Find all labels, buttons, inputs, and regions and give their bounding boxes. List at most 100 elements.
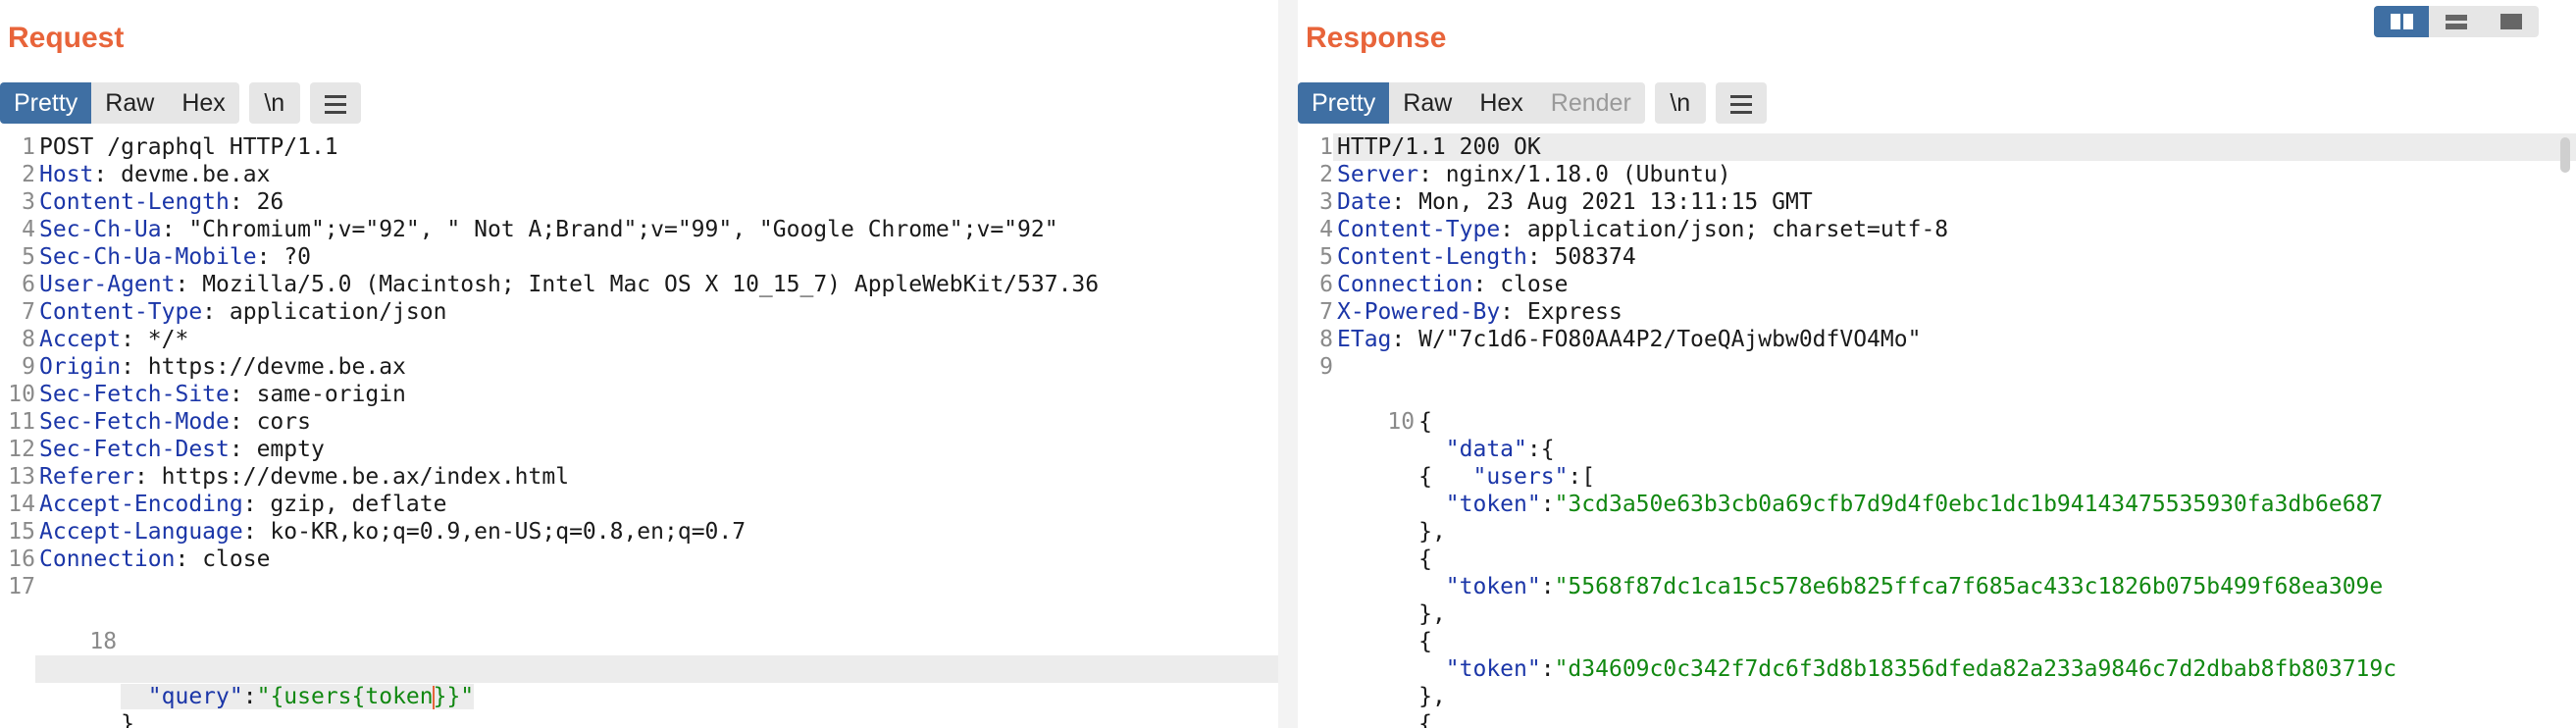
json-object-close: },	[1418, 684, 1446, 709]
single-pane-icon	[2500, 14, 2522, 29]
response-users-key-line: "users":[	[1472, 464, 1596, 490]
request-editor[interactable]: 1 POST /graphql HTTP/1.1 2 Host: devme.be.a…	[0, 133, 1278, 728]
json-object-close: },	[1418, 519, 1446, 545]
json-key: "token"	[1445, 574, 1541, 599]
response-line-5: 5 Content-Length: 508374	[1298, 243, 2576, 271]
response-line-8: 8 ETag: W/"7c1d6-FO80AA4P2/ToeQAjwbw0dfVO…	[1298, 326, 2576, 353]
request-menu-button[interactable]	[309, 82, 361, 125]
response-title: Response	[1306, 22, 1447, 54]
request-body-open: {	[0, 628, 1278, 682]
response-scrollbar[interactable]	[2560, 137, 2570, 173]
line-number: 12	[8, 437, 35, 462]
json-object-open: {	[1418, 629, 1432, 654]
header-value: Mon, 23 Aug 2021 13:11:15 GMT	[1405, 189, 1813, 215]
request-toolbar: Pretty Raw Hex \n	[0, 82, 371, 124]
header-name: Sec-Fetch-Dest	[39, 437, 230, 462]
header-name: Date	[1337, 189, 1392, 215]
request-line-4: 4 Sec-Ch-Ua: "Chromium";v="92", " Not A;B…	[0, 216, 1278, 243]
json-key: "token"	[1445, 656, 1541, 682]
request-line-14: 14 Accept-Encoding: gzip, deflate	[0, 491, 1278, 518]
request-line-text: HTTP/1.1 200 OK	[1337, 134, 1541, 160]
response-tab-hex[interactable]: Hex	[1466, 82, 1536, 124]
response-newline-toggle[interactable]: \n	[1654, 82, 1706, 124]
response-line-2: 2 Server: nginx/1.18.0 (Ubuntu)	[1298, 161, 2576, 188]
header-name: Content-Length	[1337, 244, 1527, 270]
line-number: 2	[22, 162, 35, 187]
response-tab-pretty[interactable]: Pretty	[1298, 82, 1390, 124]
response-editor[interactable]: 1 HTTP/1.1 200 OK 2 Server: nginx/1.18.0 (U…	[1298, 133, 2576, 728]
header-name: Sec-Ch-Ua	[39, 217, 162, 242]
request-line-5: 5 Sec-Ch-Ua-Mobile: ?0	[0, 243, 1278, 271]
columns-icon	[2390, 14, 2413, 29]
pane-divider[interactable]	[1278, 0, 1298, 728]
line-number: 8	[1319, 327, 1333, 352]
header-value: cors	[242, 409, 311, 435]
request-line-10: 10 Sec-Fetch-Site: same-origin	[0, 381, 1278, 408]
line-number: 15	[8, 519, 35, 545]
request-tab-hex[interactable]: Hex	[168, 82, 238, 124]
request-title: Request	[8, 22, 125, 54]
request-newline-toggle[interactable]: \n	[248, 82, 300, 124]
header-value: nginx/1.18.0 (Ubuntu)	[1431, 162, 1731, 187]
header-name: Connection	[1337, 272, 1473, 297]
json-object-close: },	[1418, 601, 1446, 627]
layout-side-by-side-button[interactable]	[2374, 6, 2429, 37]
header-name: User-Agent	[39, 272, 176, 297]
response-tab-raw[interactable]: Raw	[1389, 82, 1466, 124]
header-value: application/json	[216, 299, 447, 325]
line-number: 9	[22, 354, 35, 380]
header-value: empty	[242, 437, 325, 462]
response-line-7: 7 X-Powered-By: Express	[1298, 298, 2576, 326]
header-value: "Chromium";v="92", " Not A;Brand";v="99"…	[175, 217, 1058, 242]
header-name: ETag	[1337, 327, 1392, 352]
token-value: "d34609c0c342f7dc6f3d8b18356dfeda82a233a…	[1554, 656, 2397, 682]
header-name: Sec-Fetch-Site	[39, 382, 230, 407]
request-tab-raw[interactable]: Raw	[91, 82, 168, 124]
request-line-text: POST /graphql HTTP/1.1	[39, 134, 338, 160]
layout-single-button[interactable]	[2484, 6, 2539, 37]
line-number: 5	[22, 244, 35, 270]
request-line-6: 6 User-Agent: Mozilla/5.0 (Macintosh; Int…	[0, 271, 1278, 298]
header-value: W/"7c1d6-FO80AA4P2/ToeQAjwbw0dfVO4Mo"	[1405, 327, 1922, 352]
line-number: 9	[1319, 354, 1333, 380]
request-body-close: }	[121, 711, 134, 728]
header-name: Host	[39, 162, 94, 187]
json-object-open: {	[1418, 711, 1432, 728]
token-line: "token":"3cd3a50e63b3cb0a69cfb7d9d4f0ebc…	[1445, 492, 2384, 517]
header-value: same-origin	[242, 382, 406, 407]
line-number: 3	[22, 189, 35, 215]
response-line-9: 9	[1298, 353, 2576, 381]
request-line-16: 16 Connection: close	[0, 546, 1278, 573]
header-value: 508374	[1540, 244, 1636, 270]
token-line: "token":"d34609c0c342f7dc6f3d8b18356dfed…	[1445, 656, 2397, 682]
request-line-9: 9 Origin: https://devme.be.ax	[0, 353, 1278, 381]
line-number: 7	[22, 299, 35, 325]
layout-stacked-button[interactable]	[2429, 6, 2484, 37]
response-tab-render[interactable]: Render	[1537, 82, 1645, 124]
header-value: https://devme.be.ax/index.html	[147, 464, 570, 490]
header-name: Accept-Language	[39, 519, 243, 545]
header-value: ?0	[270, 244, 311, 270]
response-line-4: 4 Content-Type: application/json; charset…	[1298, 216, 2576, 243]
request-line-2: 2 Host: devme.be.ax	[0, 161, 1278, 188]
menu-icon	[324, 83, 346, 125]
header-value: close	[188, 546, 271, 572]
header-value: Mozilla/5.0 (Macintosh; Intel Mac OS X 1…	[188, 272, 1100, 297]
header-name: Accept-Encoding	[39, 492, 243, 517]
json-key: "token"	[1445, 492, 1541, 517]
line-number: 6	[1319, 272, 1333, 297]
line-number: 3	[1319, 189, 1333, 215]
line-number: 1	[1319, 134, 1333, 160]
header-name: X-Powered-By	[1337, 299, 1501, 325]
header-name: Sec-Fetch-Mode	[39, 409, 230, 435]
header-name: Accept	[39, 327, 122, 352]
response-line-3: 3 Date: Mon, 23 Aug 2021 13:11:15 GMT	[1298, 188, 2576, 216]
line-number: 17	[8, 574, 35, 599]
line-number: 6	[22, 272, 35, 297]
line-number: 8	[22, 327, 35, 352]
line-number: 10	[8, 382, 35, 407]
token-value: "3cd3a50e63b3cb0a69cfb7d9d4f0ebc1dc1b941…	[1554, 492, 2384, 517]
line-number: 4	[22, 217, 35, 242]
request-tab-pretty[interactable]: Pretty	[0, 82, 92, 124]
response-menu-button[interactable]	[1715, 82, 1767, 124]
